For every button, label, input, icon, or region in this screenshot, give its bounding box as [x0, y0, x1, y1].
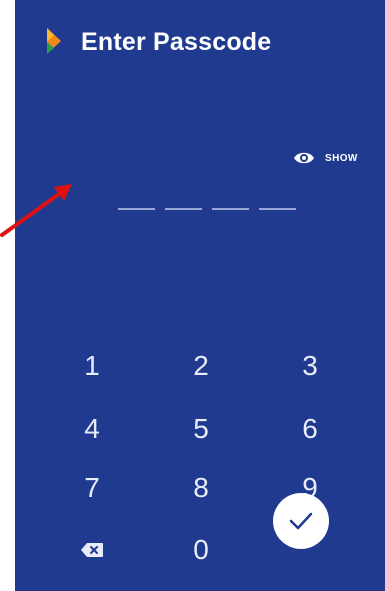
- key-8[interactable]: 8: [166, 462, 236, 514]
- passcode-screen: Enter Passcode SHOW 1 2 3 4 5 6 7 8 9 0: [15, 0, 385, 591]
- show-label: SHOW: [325, 152, 358, 164]
- page-title: Enter Passcode: [81, 28, 272, 56]
- passcode-slot: [212, 208, 249, 210]
- key-1[interactable]: 1: [57, 340, 127, 392]
- key-4[interactable]: 4: [57, 403, 127, 455]
- backspace-icon: [81, 543, 103, 557]
- passcode-slots: [118, 208, 296, 210]
- passcode-slot: [165, 208, 202, 210]
- key-5[interactable]: 5: [166, 403, 236, 455]
- show-passcode-toggle[interactable]: SHOW: [293, 145, 358, 171]
- backspace-button[interactable]: [57, 524, 127, 576]
- annotation-arrow-icon: [0, 184, 72, 237]
- passcode-slot: [118, 208, 155, 210]
- submit-button[interactable]: [273, 493, 329, 549]
- key-3[interactable]: 3: [275, 340, 345, 392]
- check-icon: [289, 512, 313, 530]
- key-6[interactable]: 6: [275, 403, 345, 455]
- header: Enter Passcode: [15, 18, 385, 70]
- key-7[interactable]: 7: [57, 462, 127, 514]
- eye-icon: [294, 152, 314, 164]
- brand-flag-icon: [47, 28, 61, 54]
- key-2[interactable]: 2: [166, 340, 236, 392]
- passcode-slot: [259, 208, 296, 210]
- key-0[interactable]: 0: [166, 524, 236, 576]
